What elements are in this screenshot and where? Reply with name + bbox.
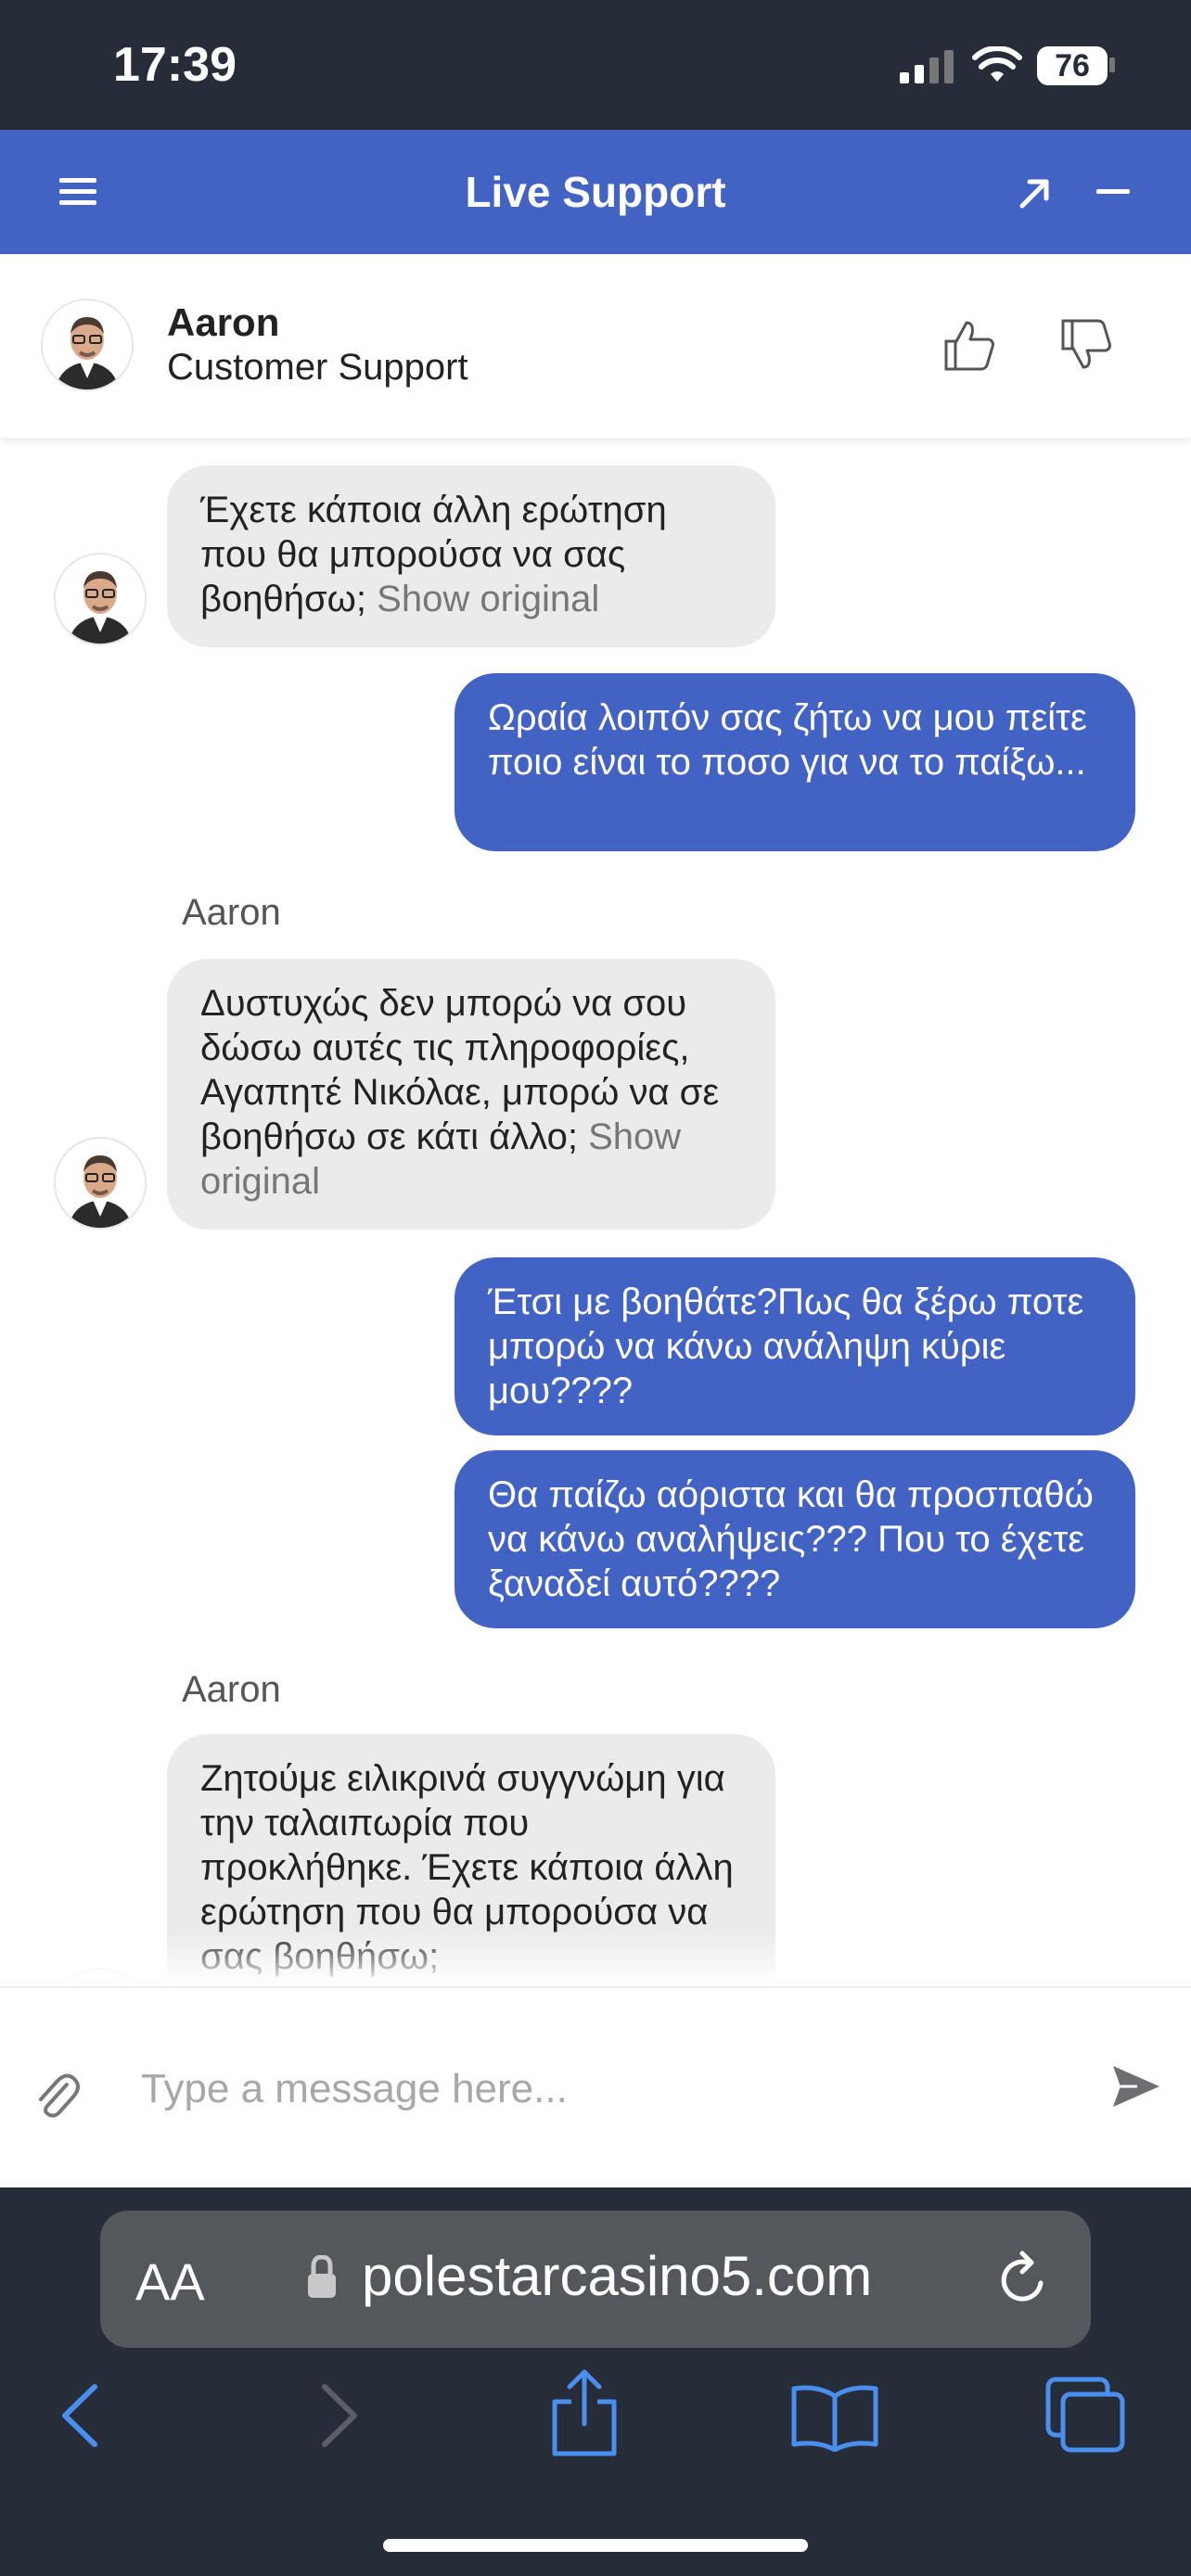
signal-icon: [900, 50, 954, 83]
share-icon[interactable]: [549, 2368, 620, 2457]
battery-icon: 76: [1037, 46, 1108, 85]
attach-icon[interactable]: [33, 2068, 80, 2120]
scroll-fade: [0, 1931, 1191, 1986]
agent-avatar-small: [56, 555, 145, 644]
status-time: 17:39: [113, 38, 237, 92]
message-input[interactable]: [139, 2051, 1070, 2127]
minimize-icon[interactable]: [1096, 187, 1133, 197]
agent-name: Aaron: [167, 300, 280, 344]
agent-avatar-small: [56, 1139, 145, 1228]
thumbs-up-icon[interactable]: [942, 317, 998, 373]
send-icon[interactable]: [1109, 2060, 1161, 2112]
chat-messages[interactable]: Έχετε κάποια άλλη ερώτηση που θα μπορούσ…: [0, 438, 1191, 1986]
sender-name: Aaron: [182, 892, 281, 933]
bookmarks-icon[interactable]: [790, 2383, 879, 2452]
wifi-icon: [972, 46, 1022, 82]
agent-message: Έχετε κάποια άλλη ερώτηση που θα μπορούσ…: [167, 465, 775, 647]
url-text: polestarcasino5.com: [362, 2245, 873, 2307]
address-bar[interactable]: AA polestarcasino5.com: [100, 2211, 1091, 2348]
user-message: Θα παίζω αόριστα και θα προσπαθώ να κάνω…: [455, 1450, 1135, 1628]
battery-level: 76: [1055, 48, 1090, 83]
forward-icon[interactable]: [319, 2383, 362, 2448]
message-text: Θα παίζω αόριστα και θα προσπαθώ να κάνω…: [488, 1474, 1094, 1604]
user-message: Ωραία λοιπόν σας ζήτω να μου πείτε ποιο …: [455, 673, 1135, 851]
thumbs-down-icon[interactable]: [1059, 317, 1115, 373]
back-icon[interactable]: [58, 2383, 100, 2448]
sender-name: Aaron: [182, 1669, 281, 1710]
show-original-link[interactable]: Show original: [377, 579, 599, 619]
message-text: Ωραία λοιπόν σας ζήτω να μου πείτε ποιο …: [488, 697, 1087, 783]
lock-icon: [308, 2255, 336, 2298]
status-bar: 17:39 76: [0, 0, 1191, 130]
message-text: Έτσι με βοηθάτε?Πως θα ξέρω ποτε μπορώ ν…: [488, 1282, 1084, 1411]
battery-cap: [1109, 57, 1115, 72]
page-title: Live Support: [465, 168, 726, 216]
message-composer: [0, 1986, 1191, 2187]
agent-bar: Aaron Customer Support: [0, 254, 1191, 438]
reload-icon[interactable]: [996, 2250, 1052, 2309]
popout-icon[interactable]: [1017, 174, 1054, 211]
user-message: Έτσι με βοηθάτε?Πως θα ξέρω ποτε μπορώ ν…: [455, 1257, 1135, 1435]
text-size-button[interactable]: AA: [135, 2251, 205, 2312]
agent-avatar: [43, 300, 132, 389]
home-indicator: [383, 2539, 808, 2552]
agent-role: Customer Support: [167, 347, 468, 388]
agent-message: Δυστυχώς δεν μπορώ να σου δώσω αυτές τις…: [167, 959, 775, 1230]
tabs-icon[interactable]: [1044, 2376, 1126, 2454]
chat-header: Live Support: [0, 130, 1191, 254]
